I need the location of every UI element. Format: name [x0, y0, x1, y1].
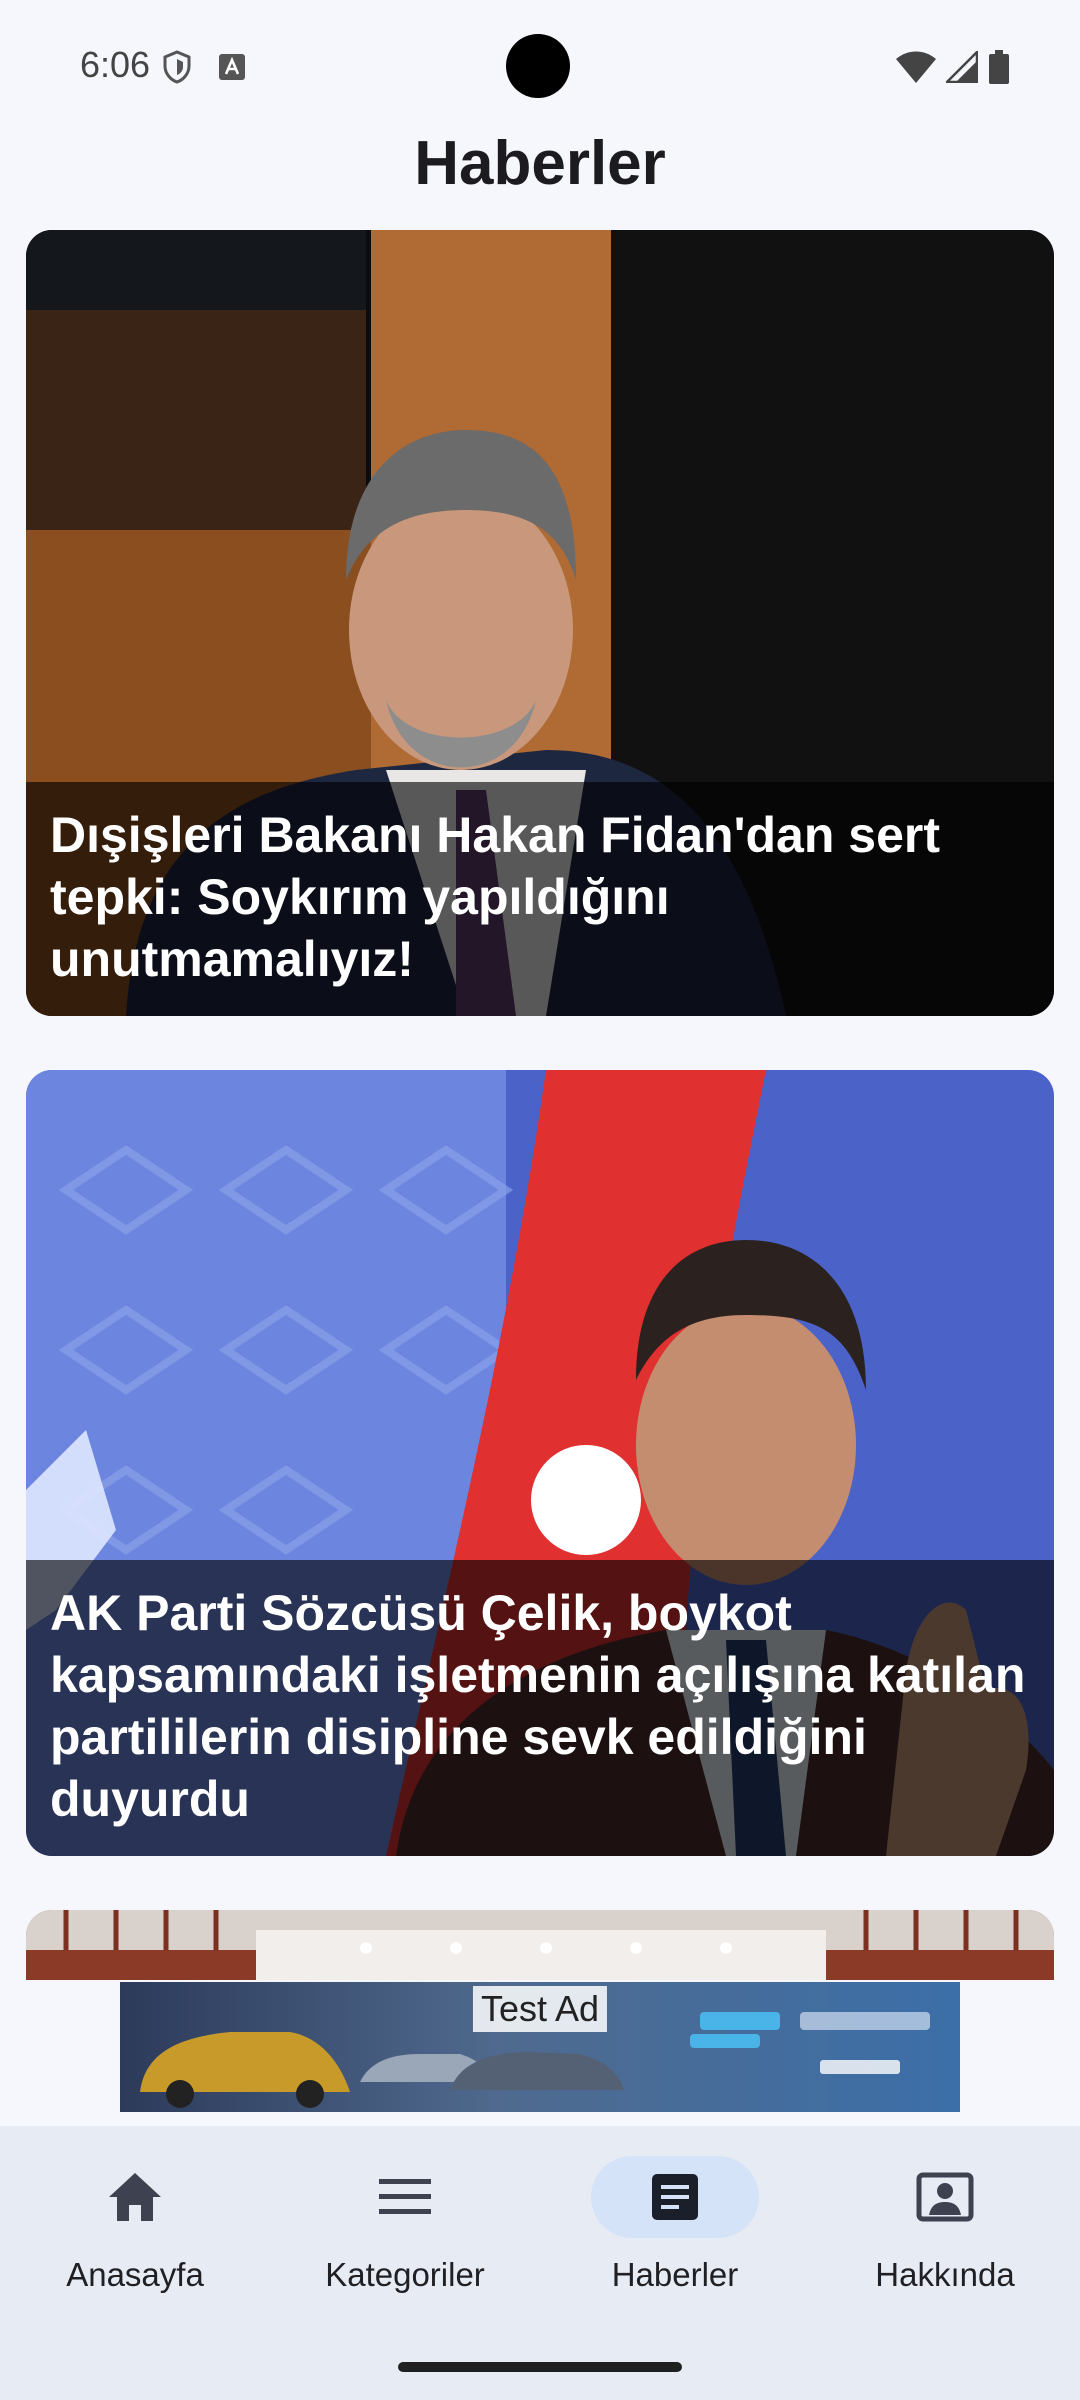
news-card[interactable] — [26, 1910, 1054, 1980]
news-title: AK Parti Sözcüsü Çelik, boykot kapsamınd… — [26, 1560, 1054, 1856]
ad-banner[interactable]: Test Ad — [120, 1982, 960, 2112]
news-card[interactable]: Dışişleri Bakanı Hakan Fidan'dan sert te… — [26, 230, 1054, 1016]
nav-item-hakkinda[interactable]: Hakkında — [810, 2156, 1080, 2346]
home-indicator[interactable] — [398, 2362, 682, 2372]
news-card[interactable]: AK Parti Sözcüsü Çelik, boykot kapsamınd… — [26, 1070, 1054, 1856]
signal-icon — [946, 51, 978, 83]
nav-label: Anasayfa — [66, 2256, 204, 2293]
bottom-navigation: Anasayfa Kategoriler Haberler Hakkında — [0, 2126, 1080, 2400]
article-icon — [652, 2174, 698, 2220]
status-time: 6:06 — [80, 44, 151, 85]
wifi-icon — [896, 51, 936, 83]
status-bar: 6:06 — [0, 0, 1080, 130]
home-icon — [109, 2173, 161, 2221]
nav-label: Kategoriler — [325, 2256, 485, 2293]
nav-label: Hakkında — [875, 2256, 1015, 2293]
contact-page-icon — [916, 2172, 974, 2222]
camera-cutout — [506, 34, 570, 98]
nav-item-kategoriler[interactable]: Kategoriler — [270, 2156, 540, 2346]
nav-label: Haberler — [611, 2256, 739, 2293]
menu-icon — [379, 2179, 431, 2214]
shield-icon — [163, 50, 191, 84]
ad-label: Test Ad — [472, 1986, 608, 2032]
page-title: Haberler — [414, 129, 666, 198]
battery-icon — [989, 50, 1009, 84]
news-image — [26, 1910, 1054, 1980]
news-feed[interactable]: Dışişleri Bakanı Hakan Fidan'dan sert te… — [0, 230, 1080, 1980]
nav-active-indicator — [591, 2156, 759, 2238]
font-download-icon — [219, 54, 245, 80]
nav-item-anasayfa[interactable]: Anasayfa — [0, 2156, 270, 2346]
nav-item-haberler[interactable]: Haberler — [540, 2156, 810, 2346]
news-title: Dışişleri Bakanı Hakan Fidan'dan sert te… — [26, 782, 1054, 1016]
